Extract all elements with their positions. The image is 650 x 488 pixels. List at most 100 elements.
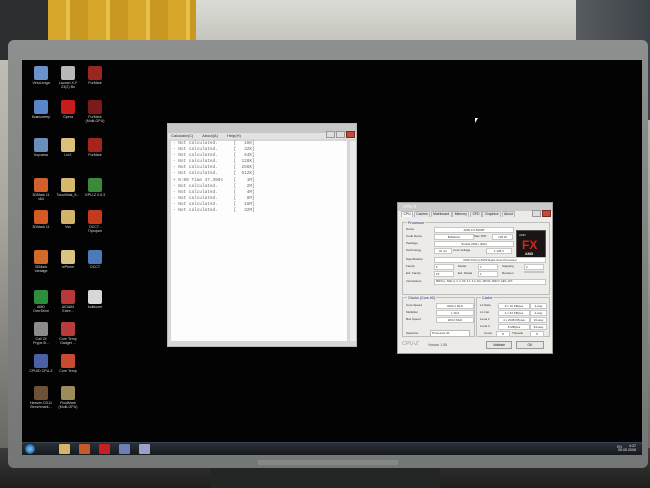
app-icon <box>88 178 102 192</box>
clock[interactable]: 4:37 05.05.2008 <box>618 444 636 453</box>
threads-label: Threads <box>512 331 524 335</box>
codename-value: Bulldozer <box>434 234 474 240</box>
amd-fx-logo: AMD FX AMD <box>516 230 546 260</box>
taskbar-media-player-icon[interactable] <box>79 444 90 454</box>
menu-about[interactable]: About(A) <box>202 133 218 138</box>
desktop-icon[interactable]: Launch X-F Z3(2) Bo <box>53 66 83 89</box>
desktop-icon[interactable]: 3DMark 11 <box>26 210 56 229</box>
l1d-label: L1 Data <box>480 303 491 307</box>
app-icon <box>88 100 102 114</box>
desktop-icon[interactable]: OCCT - Профил <box>80 210 110 233</box>
corevoltage-value: 1.128 V <box>486 248 512 254</box>
desktop-icon[interactable]: Корзина <box>26 138 56 157</box>
menu-help[interactable]: Help(H) <box>227 133 241 138</box>
cpuz-titlebar[interactable]: CPU-Z <box>398 203 552 211</box>
app-icon <box>88 66 102 80</box>
desktop-icon-label: Opera <box>63 115 73 119</box>
l2-label: Level 2 <box>480 317 490 321</box>
app-icon <box>34 178 48 192</box>
maxtdp-label: Max TDP <box>474 234 487 238</box>
desktop-icon[interactable]: FurMark (Multi-GPU) <box>80 100 110 123</box>
desktop-icon-label: FurMark (Multi-GPU) <box>85 115 105 124</box>
desktop-icon[interactable]: Heaven DX11 Benchmark... <box>26 386 56 409</box>
desktop-icon[interactable]: CPUID CPU-Z <box>26 354 56 373</box>
start-button[interactable] <box>25 444 35 454</box>
desktop-icon[interactable]: FurMark <box>80 66 110 85</box>
desktop-icon[interactable]: AMD OverDrive <box>26 290 56 313</box>
desktop-icon[interactable]: FluidMark (Multi-GPU) <box>53 386 83 409</box>
desktop-icon-label: TouchBak_5... <box>56 193 80 197</box>
l3-label: Level 3 <box>480 324 490 328</box>
desktop-icon[interactable]: VirtuLenga <box>26 66 56 85</box>
app-icon <box>88 290 102 304</box>
cpuz-window[interactable]: CPU-Z CPU Caches Mainboard Memory SPD Graphic… <box>397 202 553 354</box>
desktop-icon[interactable]: OCCT <box>80 250 110 269</box>
minimize-button[interactable] <box>532 210 541 217</box>
monitor-bezel-label <box>258 460 398 465</box>
desktop-icon[interactable]: 3DMark Vantage <box>26 250 56 273</box>
monitor: VirtuLenga Launch X-F Z3(2) Bo FurMark Комп… <box>8 40 648 468</box>
desktop-icon[interactable]: 3DMark 11 x64 <box>26 178 56 201</box>
stepping-label: Stepping <box>502 264 514 268</box>
text-window-scrollbar[interactable] <box>350 141 356 341</box>
desktop-icon[interactable]: AIDA64 Extre... <box>53 290 83 313</box>
revision-value <box>524 271 544 273</box>
window-curtain <box>48 0 196 42</box>
desktop-icon[interactable]: LinX <box>53 138 83 157</box>
app-icon <box>34 250 48 264</box>
desktop-icon[interactable]: Vsc <box>53 210 83 229</box>
desktop-icon-label: wPrime <box>62 265 74 269</box>
app-icon <box>61 290 75 304</box>
text-window-titlebar[interactable] <box>168 124 356 138</box>
maximize-button[interactable] <box>336 131 345 138</box>
tab-memory[interactable]: Memory <box>452 211 470 217</box>
tab-cpu[interactable]: CPU <box>401 211 414 217</box>
tab-about[interactable]: About <box>501 211 516 217</box>
minimize-button[interactable] <box>326 131 335 138</box>
desktop-icon[interactable]: Call Of Prype.B... <box>26 322 56 345</box>
extfamily-label: Ext. Family <box>406 271 421 275</box>
desktop-icon[interactable]: GPU-Z 0.5.3 <box>80 178 110 197</box>
taskbar-app-window-2-icon[interactable] <box>139 444 150 454</box>
desktop-icon[interactable]: FurMark <box>80 138 110 157</box>
taskbar-app-window-1-icon[interactable] <box>119 444 130 454</box>
desktop-icon-label: Core Temp <box>59 369 77 373</box>
desktop-icon[interactable]: Core Temp <box>53 354 83 373</box>
stepping-value: 2 <box>524 264 544 270</box>
family-label: Family <box>406 264 415 268</box>
logo-fx: FX <box>522 238 538 252</box>
desktop-icon[interactable]: wPrime <box>53 250 83 269</box>
menu-calculate[interactable]: Calculate(C) <box>171 133 193 138</box>
cores-value: 8 <box>496 331 510 337</box>
taskbar-explorer-icon[interactable] <box>59 444 70 454</box>
close-button[interactable] <box>346 131 355 138</box>
cache-group-label: Cache <box>481 296 494 300</box>
tab-graphics[interactable]: Graphics <box>482 211 502 217</box>
desktop-icon-label: AIDA64 Extre... <box>61 305 75 314</box>
app-icon <box>88 210 102 224</box>
desktop-icon[interactable]: Core Temp Gadget ... <box>53 322 83 345</box>
desktop-icon-label: buildozer <box>87 305 103 309</box>
app-icon <box>34 138 48 152</box>
desktop-icon-label: VirtuLenga <box>32 81 50 85</box>
close-button[interactable] <box>542 210 551 217</box>
text-window[interactable]: Calculate(C) About(A) Help(H) - Not calc… <box>167 123 357 347</box>
package-label: Package <box>406 241 418 245</box>
desktop-icon[interactable]: buildozer <box>80 290 110 309</box>
validate-button[interactable]: Validate <box>486 341 512 349</box>
app-icon <box>34 66 48 80</box>
tab-caches[interactable]: Caches <box>413 211 431 217</box>
revision-label: Revision <box>502 271 514 275</box>
processor-group-label: Processor <box>407 221 426 225</box>
ok-button[interactable]: OK <box>516 341 544 349</box>
selection-dropdown[interactable]: Processor #1 <box>430 330 470 337</box>
desktop-icon[interactable]: Компьютер <box>26 100 56 119</box>
desktop-icon[interactable]: TouchBak_5... <box>53 178 83 197</box>
tab-mainboard[interactable]: Mainboard <box>430 211 452 217</box>
multiplier-value: x 19.0 <box>436 310 474 316</box>
taskbar-opera-icon[interactable] <box>99 444 110 454</box>
desktop-icon-label: Vsc <box>65 225 71 229</box>
desktop-icon-label: Корзина <box>34 153 48 157</box>
tab-spd[interactable]: SPD <box>469 211 482 217</box>
desktop-icon[interactable]: Opera <box>53 100 83 119</box>
